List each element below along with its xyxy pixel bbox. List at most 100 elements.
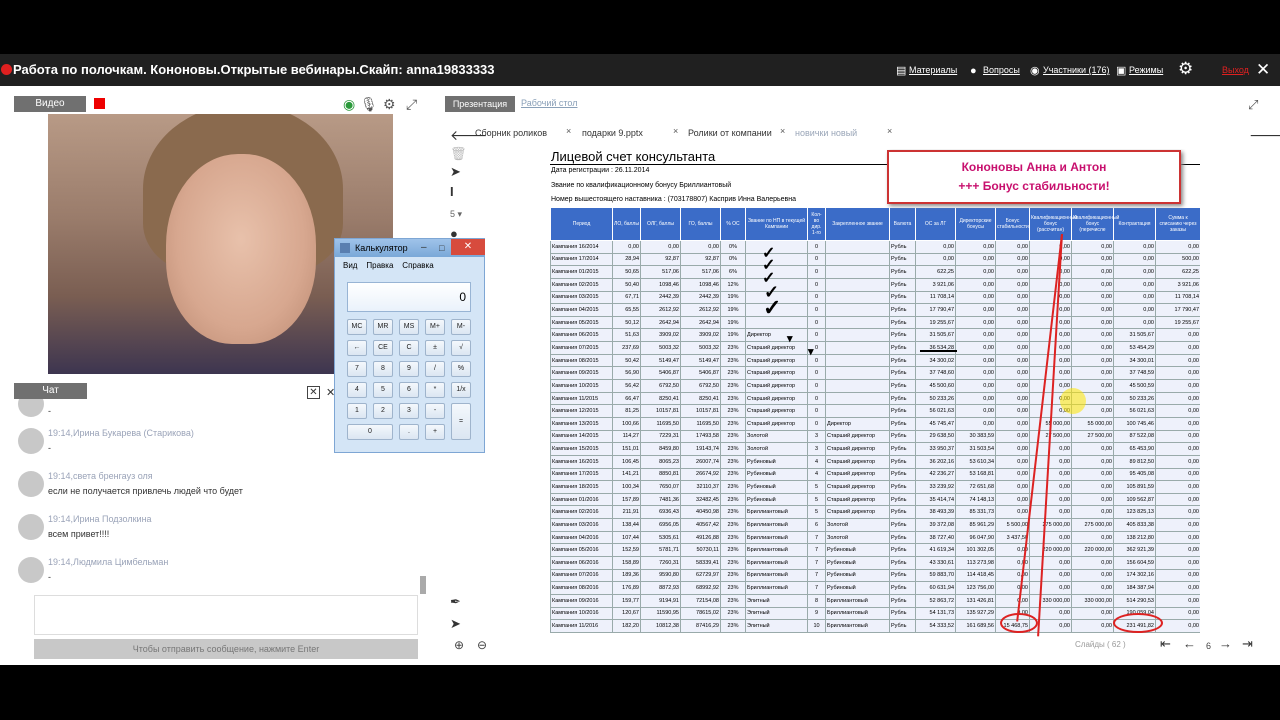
calc-key[interactable]: CE — [373, 340, 393, 356]
table-cell: 0,00 — [955, 366, 996, 381]
table-cell: 41 619,34 — [915, 543, 956, 558]
tabs-next-arrow-icon[interactable]: 🡒 — [1249, 127, 1280, 144]
column-header: ОС за ЛГ — [915, 207, 956, 241]
send-hint[interactable]: Чтобы отправить сообщение, нажмите Enter — [34, 639, 418, 659]
table-cell: 0,00 — [1071, 505, 1114, 520]
pen-icon[interactable]: ✒ — [450, 594, 461, 610]
materials-button[interactable]: ▤ Материалы — [896, 65, 957, 77]
close-icon[interactable]: ✕ — [451, 239, 485, 255]
calc-key[interactable]: 2 — [373, 403, 393, 419]
video-tab[interactable]: Видео — [14, 96, 86, 112]
file-tab[interactable]: Сборник роликов — [475, 128, 547, 138]
table-cell: 74 148,13 — [955, 492, 996, 507]
close-tab-icon[interactable]: × — [887, 126, 892, 136]
calc-key[interactable]: - — [425, 403, 445, 419]
brush-size-select[interactable]: 5 ▾ — [450, 209, 462, 220]
table-cell: 0,00 — [1155, 391, 1200, 406]
calc-key[interactable]: 8 — [373, 361, 393, 377]
calc-key[interactable]: 3 — [399, 403, 419, 419]
close-icon[interactable]: ✕ — [1256, 60, 1270, 80]
video-settings-gear-icon[interactable]: ⚙ — [383, 96, 396, 112]
table-cell: 0,00 — [915, 252, 956, 267]
tab-presentation[interactable]: Презентация — [445, 96, 515, 112]
calc-key[interactable]: 7 — [347, 361, 367, 377]
zoom-in-icon[interactable]: ⊕ — [454, 638, 464, 652]
close-tab-icon[interactable]: × — [780, 126, 785, 136]
calc-key[interactable]: M- — [451, 319, 471, 335]
close-tab-icon[interactable]: × — [673, 126, 678, 136]
color-picker-icon[interactable]: ● — [450, 226, 458, 241]
calc-key[interactable]: % — [451, 361, 471, 377]
calc-key[interactable]: . — [399, 424, 419, 440]
exit-link[interactable]: Выход — [1222, 65, 1249, 75]
menu-view[interactable]: Вид — [343, 261, 357, 270]
calculator-window[interactable]: Калькулятор – □ ✕ Вид Правка Справка 0 M… — [334, 238, 485, 453]
table-cell: 23% — [720, 391, 746, 406]
calc-key[interactable]: * — [425, 382, 445, 398]
microphone-icon[interactable]: 🎙 — [360, 96, 378, 112]
pointer-icon[interactable]: ➤ — [450, 164, 461, 180]
calc-key[interactable]: √ — [451, 340, 471, 356]
table-cell: 109 562,87 — [1113, 492, 1156, 507]
video-expand-icon[interactable]: ⤢ — [406, 96, 417, 112]
calc-key[interactable]: C — [399, 340, 419, 356]
table-cell: 0,00 — [1155, 606, 1200, 621]
chat-scrollbar[interactable] — [420, 576, 426, 594]
calc-key[interactable]: 9 — [399, 361, 419, 377]
file-tab-active[interactable]: новички новый — [795, 128, 857, 138]
calc-key[interactable]: ± — [425, 340, 445, 356]
questions-button[interactable]: ● Вопросы — [970, 65, 1020, 77]
stop-record-icon[interactable] — [94, 98, 105, 109]
file-tab[interactable]: подарки 9.pptx — [582, 128, 643, 138]
calc-key[interactable]: MC — [347, 319, 367, 335]
table-cell: 33 950,37 — [915, 442, 956, 456]
calc-key[interactable]: ← — [347, 340, 367, 356]
table-cell: 0,00 — [1029, 467, 1072, 482]
modes-button[interactable]: ▣ Режимы — [1116, 65, 1163, 77]
calc-key[interactable]: MS — [399, 319, 419, 335]
last-slide-icon[interactable]: ⇥ — [1242, 636, 1253, 652]
calc-key[interactable]: 6 — [399, 382, 419, 398]
participants-button[interactable]: ◉ Участники (176) — [1030, 65, 1110, 77]
maximize-icon[interactable]: □ — [439, 239, 444, 257]
calc-key[interactable]: + — [425, 424, 445, 440]
first-slide-icon[interactable]: ⇤ — [1160, 636, 1171, 652]
calc-key[interactable]: = — [451, 403, 471, 440]
chat-input[interactable] — [34, 595, 418, 635]
table-cell: 95 405,08 — [1113, 467, 1156, 482]
table-cell: 0,00 — [1155, 530, 1200, 545]
zoom-out-icon[interactable]: ⊖ — [477, 638, 487, 652]
calc-key[interactable]: 0 — [347, 424, 393, 440]
table-cell: Бриллиантовый — [745, 543, 808, 558]
chat-tab[interactable]: Чат — [14, 383, 87, 399]
cursor-icon[interactable]: ➤ — [450, 616, 461, 632]
table-cell: 2442,39 — [680, 290, 721, 305]
trash-icon[interactable]: 🗑 — [450, 146, 467, 162]
calc-key[interactable]: 1/x — [451, 382, 471, 398]
calc-key[interactable]: / — [425, 361, 445, 377]
calc-key[interactable]: 4 — [347, 382, 367, 398]
table-cell: 59 883,70 — [915, 568, 956, 583]
next-slide-icon[interactable]: → — [1219, 636, 1232, 651]
minimize-icon[interactable]: – — [421, 239, 427, 257]
menu-edit[interactable]: Правка — [366, 261, 393, 270]
table-cell: Старший директор — [825, 442, 890, 456]
calc-key[interactable]: 1 — [347, 403, 367, 419]
table-row: Кампания 06/2015 51,63 3909,02 3909,02 19% Ди… — [550, 328, 1200, 343]
tab-desktop[interactable]: Рабочий стол — [521, 98, 578, 108]
table-cell: Старший директор — [745, 341, 808, 355]
text-cursor-icon[interactable]: I — [450, 184, 454, 199]
menu-help[interactable]: Справка — [402, 261, 433, 270]
calc-key[interactable]: 5 — [373, 382, 393, 398]
chat-close-icon[interactable]: ✕ — [307, 386, 320, 399]
fullscreen-icon[interactable]: ⤢ — [1248, 97, 1258, 113]
close-tab-icon[interactable]: × — [566, 126, 571, 136]
calculator-titlebar[interactable]: Калькулятор – □ ✕ — [335, 239, 485, 257]
calc-key[interactable]: M+ — [425, 319, 445, 335]
table-cell: Рубиновый — [825, 543, 890, 558]
table-cell: Кампания 06/2015 — [550, 328, 613, 343]
prev-slide-icon[interactable]: ← — [1183, 636, 1196, 651]
file-tab[interactable]: Ролики от компании — [688, 128, 772, 138]
settings-gear-icon[interactable]: ⚙ — [1178, 59, 1193, 79]
calc-key[interactable]: MR — [373, 319, 393, 335]
